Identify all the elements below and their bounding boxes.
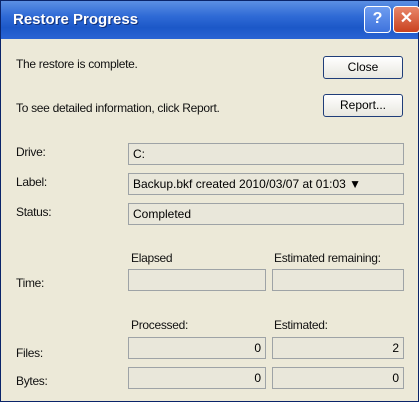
estimated-remaining-header: Estimated remaining: bbox=[274, 251, 381, 265]
label-label: Label: bbox=[16, 175, 47, 189]
close-x-icon: ✕ bbox=[399, 10, 414, 27]
restore-progress-dialog: Restore Progress ? ✕ The restore is comp… bbox=[0, 0, 419, 402]
close-window-button[interactable]: ✕ bbox=[393, 6, 419, 33]
files-estimated-field: 2 bbox=[272, 337, 404, 359]
bytes-processed-field: 0 bbox=[128, 367, 266, 389]
report-button[interactable]: Report... bbox=[323, 94, 403, 117]
title-bar[interactable]: Restore Progress ? ✕ bbox=[1, 1, 419, 39]
restore-complete-message: The restore is complete. bbox=[16, 57, 138, 71]
dialog-body: The restore is complete. Close To see de… bbox=[1, 39, 418, 401]
elapsed-header: Elapsed bbox=[131, 251, 173, 265]
backup-label-field[interactable]: Backup.bkf created 2010/03/07 at 01:03 ▼ bbox=[128, 173, 404, 195]
question-icon: ? bbox=[372, 10, 383, 27]
processed-header: Processed: bbox=[131, 318, 189, 332]
estimated-header: Estimated: bbox=[274, 318, 328, 332]
help-button[interactable]: ? bbox=[364, 6, 391, 33]
drive-field: C: bbox=[128, 143, 404, 165]
close-button[interactable]: Close bbox=[323, 56, 403, 79]
drive-label: Drive: bbox=[16, 145, 46, 159]
report-hint-text: To see detailed information, click Repor… bbox=[16, 101, 220, 115]
window-title: Restore Progress bbox=[13, 11, 139, 28]
status-field: Completed bbox=[128, 203, 404, 225]
time-label: Time: bbox=[16, 276, 45, 290]
estimated-remaining-field bbox=[272, 269, 404, 291]
elapsed-time-field bbox=[128, 269, 266, 291]
status-label: Status: bbox=[16, 205, 52, 219]
bytes-label: Bytes: bbox=[16, 374, 48, 388]
files-label: Files: bbox=[16, 346, 43, 360]
files-processed-field: 0 bbox=[128, 337, 266, 359]
bytes-estimated-field: 0 bbox=[272, 367, 404, 389]
